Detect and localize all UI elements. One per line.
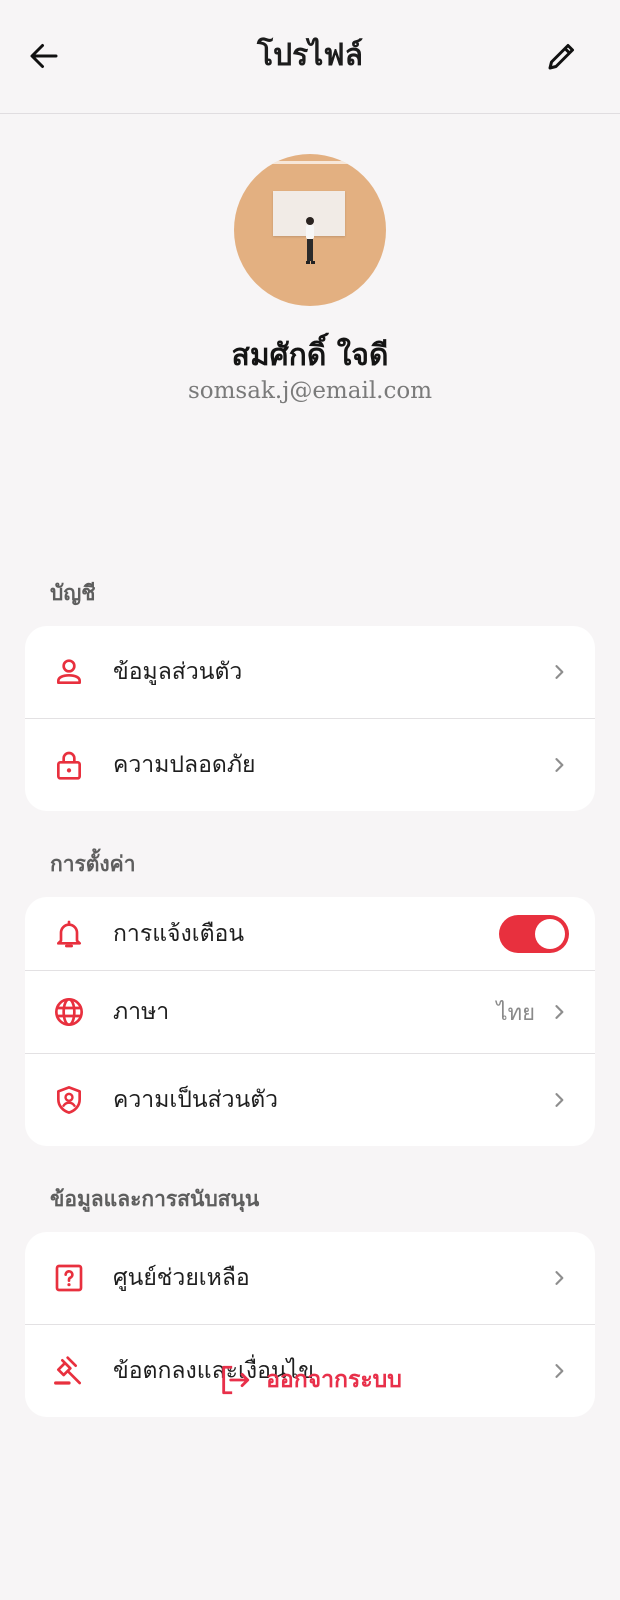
row-label: ข้อมูลส่วนตัว bbox=[113, 659, 243, 685]
person-icon bbox=[57, 659, 81, 684]
help-icon bbox=[55, 1264, 83, 1292]
row-personal-info[interactable]: ข้อมูลส่วนตัว bbox=[25, 626, 595, 718]
row-help-center[interactable]: ศูนย์ช่วยเหลือ bbox=[25, 1232, 595, 1324]
section-title-settings: การตั้งค่า bbox=[50, 851, 136, 876]
chevron-right-icon bbox=[555, 1271, 564, 1285]
chevron-right-icon bbox=[555, 758, 564, 772]
logout-icon bbox=[222, 1365, 250, 1395]
toggle-knob bbox=[535, 918, 565, 949]
bell-icon bbox=[57, 920, 81, 947]
notifications-toggle[interactable] bbox=[499, 914, 569, 953]
row-label: ความเป็นส่วนตัว bbox=[113, 1087, 279, 1113]
avatar[interactable] bbox=[234, 154, 386, 306]
row-label: ภาษา bbox=[113, 999, 170, 1025]
row-notifications[interactable]: การแจ้งเตือน bbox=[25, 897, 595, 970]
logout-button[interactable]: ออกจากระบบ bbox=[0, 1362, 620, 1398]
top-app-bar: โปรไฟล์ bbox=[0, 0, 620, 114]
chevron-right-icon bbox=[555, 1093, 564, 1107]
shield-icon bbox=[57, 1086, 81, 1114]
logout-label: ออกจากระบบ bbox=[266, 1366, 402, 1393]
row-label: ความปลอดภัย bbox=[113, 752, 256, 778]
settings-card: การแจ้งเตือน ภาษา ไทย ความเป็นส่วนตัว bbox=[25, 897, 595, 1146]
edit-pencil-icon[interactable] bbox=[544, 38, 580, 74]
page-title: โปรไฟล์ bbox=[257, 38, 363, 73]
language-value: ไทย bbox=[496, 1000, 535, 1026]
row-security[interactable]: ความปลอดภัย bbox=[25, 718, 595, 811]
profile-name: สมศักดิ์ ใจดี bbox=[231, 338, 389, 373]
chevron-right-icon bbox=[555, 665, 564, 679]
section-title-account: บัญชี bbox=[50, 580, 96, 605]
account-section: บัญชี ข้อมูลส่วนตัว ความปลอดภัย bbox=[0, 578, 620, 811]
row-language[interactable]: ภาษา ไทย bbox=[25, 970, 595, 1053]
avatar-banner-decoration bbox=[260, 161, 370, 164]
settings-section: การตั้งค่า การแจ้งเตือน ภาษา ไทย ความเป็… bbox=[0, 849, 620, 1146]
chevron-right-icon bbox=[555, 1005, 564, 1019]
globe-icon bbox=[55, 998, 83, 1026]
lock-icon bbox=[57, 751, 81, 780]
profile-email: somsak.j@email.com bbox=[187, 378, 433, 404]
account-card: ข้อมูลส่วนตัว ความปลอดภัย bbox=[25, 626, 595, 811]
row-label: การแจ้งเตือน bbox=[113, 920, 245, 947]
section-title-support: ข้อมูลและการสนับสนุน bbox=[50, 1186, 260, 1211]
row-label: ศูนย์ช่วยเหลือ bbox=[113, 1265, 250, 1291]
profile-header: สมศักดิ์ ใจดี somsak.j@email.com bbox=[0, 114, 620, 444]
avatar-person-figure bbox=[306, 217, 315, 264]
row-privacy[interactable]: ความเป็นส่วนตัว bbox=[25, 1053, 595, 1146]
